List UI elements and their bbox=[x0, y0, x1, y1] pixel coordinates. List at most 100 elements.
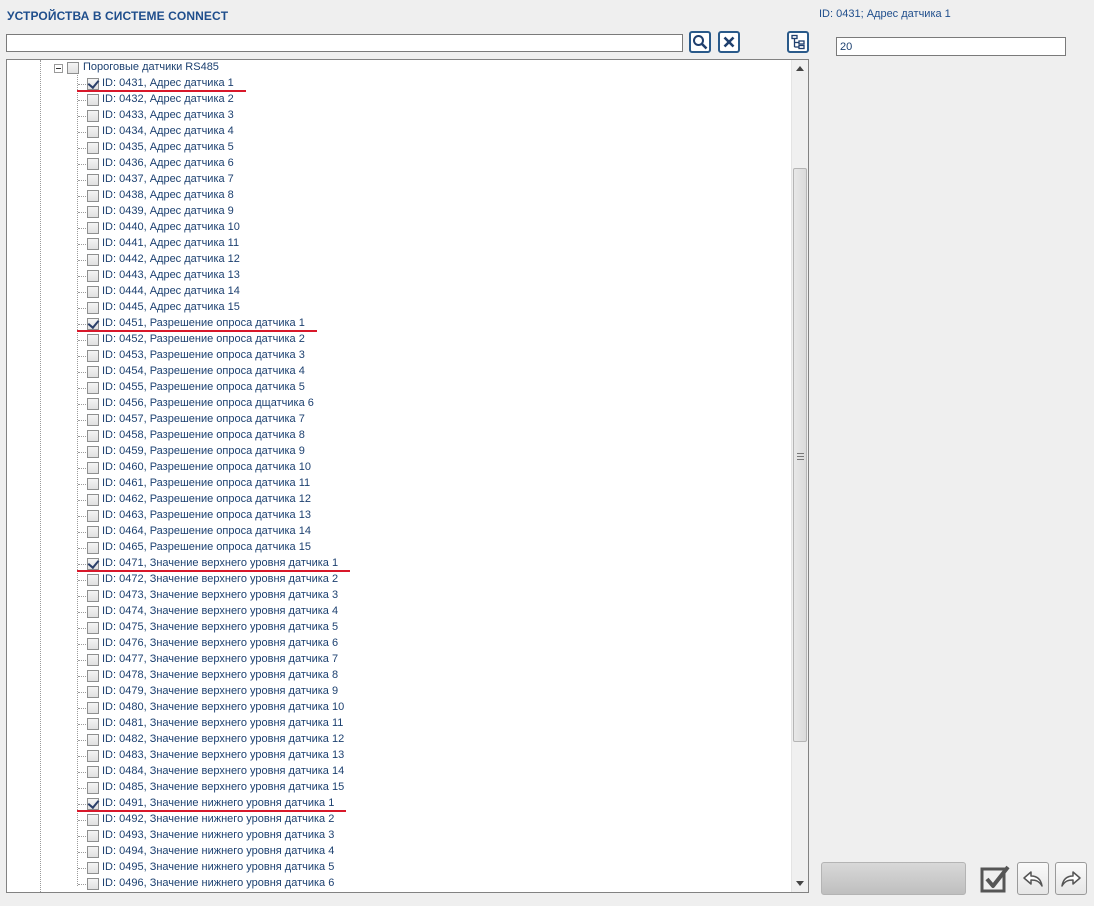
tree-item-checkbox[interactable] bbox=[87, 158, 99, 170]
tree-item-checkbox[interactable] bbox=[87, 414, 99, 426]
tree-item[interactable]: ID: 0474, Значение верхнего уровня датчи… bbox=[7, 604, 793, 620]
tree-item[interactable]: ID: 0441, Адрес датчика 11 bbox=[7, 236, 793, 252]
tree-item[interactable]: ID: 0452, Разрешение опроса датчика 2 bbox=[7, 332, 793, 348]
tree-item-checkbox[interactable] bbox=[87, 526, 99, 538]
tree-view-button[interactable] bbox=[787, 31, 809, 53]
tree-item[interactable]: ID: 0457, Разрешение опроса датчика 7 bbox=[7, 412, 793, 428]
tree-item-checkbox[interactable] bbox=[87, 350, 99, 362]
tree-item[interactable]: ID: 0496, Значение нижнего уровня датчик… bbox=[7, 876, 793, 892]
tree-item[interactable]: ID: 0444, Адрес датчика 14 bbox=[7, 284, 793, 300]
tree-item[interactable]: ID: 0462, Разрешение опроса датчика 12 bbox=[7, 492, 793, 508]
tree-item[interactable]: ID: 0435, Адрес датчика 5 bbox=[7, 140, 793, 156]
tree-item[interactable]: ID: 0493, Значение нижнего уровня датчик… bbox=[7, 828, 793, 844]
tree-item-checkbox[interactable] bbox=[87, 734, 99, 746]
tree-item-checkbox[interactable] bbox=[87, 606, 99, 618]
tree-item-checkbox[interactable] bbox=[87, 686, 99, 698]
tree-item[interactable]: ID: 0472, Значение верхнего уровня датчи… bbox=[7, 572, 793, 588]
tree-item[interactable]: ID: 0455, Разрешение опроса датчика 5 bbox=[7, 380, 793, 396]
apply-button[interactable] bbox=[979, 862, 1011, 895]
tree-item[interactable]: ID: 0479, Значение верхнего уровня датчи… bbox=[7, 684, 793, 700]
tree-item-checkbox[interactable] bbox=[87, 334, 99, 346]
tree-item-checkbox[interactable] bbox=[87, 782, 99, 794]
tree-item[interactable]: ID: 0440, Адрес датчика 10 bbox=[7, 220, 793, 236]
redo-button[interactable] bbox=[1055, 862, 1087, 895]
tree-item-checkbox[interactable] bbox=[87, 190, 99, 202]
tree-item[interactable]: ID: 0475, Значение верхнего уровня датчи… bbox=[7, 620, 793, 636]
value-input[interactable] bbox=[836, 37, 1066, 56]
tree-item-checkbox[interactable] bbox=[87, 590, 99, 602]
tree-item[interactable]: ID: 0465, Разрешение опроса датчика 15 bbox=[7, 540, 793, 556]
tree-item[interactable]: ID: 0432, Адрес датчика 2 bbox=[7, 92, 793, 108]
tree-item[interactable]: ID: 0443, Адрес датчика 13 bbox=[7, 268, 793, 284]
tree-item[interactable]: ID: 0437, Адрес датчика 7 bbox=[7, 172, 793, 188]
tree-item-checkbox[interactable] bbox=[87, 142, 99, 154]
tree-item-checkbox[interactable] bbox=[87, 302, 99, 314]
tree-item-checkbox[interactable] bbox=[87, 622, 99, 634]
tree-item[interactable]: ID: 0485, Значение верхнего уровня датчи… bbox=[7, 780, 793, 796]
tree-item-checkbox[interactable] bbox=[87, 878, 99, 890]
parent-checkbox[interactable] bbox=[67, 62, 79, 74]
tree-item-checkbox[interactable] bbox=[87, 110, 99, 122]
tree-item[interactable]: ID: 0478, Значение верхнего уровня датчи… bbox=[7, 668, 793, 684]
tree-item[interactable]: ID: 0495, Значение нижнего уровня датчик… bbox=[7, 860, 793, 876]
tree-item[interactable]: ID: 0477, Значение верхнего уровня датчи… bbox=[7, 652, 793, 668]
tree-item-checkbox[interactable] bbox=[87, 318, 99, 330]
tree-item-checkbox[interactable] bbox=[87, 270, 99, 282]
collapse-icon[interactable] bbox=[54, 64, 63, 73]
tree-item-checkbox[interactable] bbox=[87, 430, 99, 442]
tree-item[interactable]: ID: 0461, Разрешение опроса датчика 11 bbox=[7, 476, 793, 492]
tree-item[interactable]: ID: 0476, Значение верхнего уровня датчи… bbox=[7, 636, 793, 652]
tree-item-checkbox[interactable] bbox=[87, 766, 99, 778]
tree-item-checkbox[interactable] bbox=[87, 718, 99, 730]
tree-item-checkbox[interactable] bbox=[87, 286, 99, 298]
tree-item-checkbox[interactable] bbox=[87, 638, 99, 650]
scroll-up-arrow[interactable] bbox=[792, 60, 808, 77]
scroll-down-arrow[interactable] bbox=[792, 875, 808, 892]
tree-item-checkbox[interactable] bbox=[87, 366, 99, 378]
tree-item-checkbox[interactable] bbox=[87, 254, 99, 266]
scroll-thumb[interactable] bbox=[793, 168, 807, 742]
undo-button[interactable] bbox=[1017, 862, 1049, 895]
tree-item[interactable]: ID: 0434, Адрес датчика 4 bbox=[7, 124, 793, 140]
tree-item-checkbox[interactable] bbox=[87, 574, 99, 586]
device-tree[interactable]: Пороговые датчики RS485 ID: 0431, Адрес … bbox=[6, 59, 809, 893]
tree-item-checkbox[interactable] bbox=[87, 398, 99, 410]
tree-parent-node[interactable]: Пороговые датчики RS485 bbox=[7, 60, 793, 76]
tree-item-checkbox[interactable] bbox=[87, 222, 99, 234]
tree-item-checkbox[interactable] bbox=[87, 126, 99, 138]
tree-item[interactable]: ID: 0484, Значение верхнего уровня датчи… bbox=[7, 764, 793, 780]
tree-item-checkbox[interactable] bbox=[87, 510, 99, 522]
tree-item[interactable]: ID: 0453, Разрешение опроса датчика 3 bbox=[7, 348, 793, 364]
tree-item[interactable]: ID: 0494, Значение нижнего уровня датчик… bbox=[7, 844, 793, 860]
tree-item[interactable]: ID: 0436, Адрес датчика 6 bbox=[7, 156, 793, 172]
tree-item[interactable]: ID: 0459, Разрешение опроса датчика 9 bbox=[7, 444, 793, 460]
tree-item-checkbox[interactable] bbox=[87, 670, 99, 682]
tree-item[interactable]: ID: 0442, Адрес датчика 12 bbox=[7, 252, 793, 268]
search-input[interactable] bbox=[6, 34, 683, 52]
tree-item-checkbox[interactable] bbox=[87, 494, 99, 506]
tree-item-checkbox[interactable] bbox=[87, 750, 99, 762]
clear-search-button[interactable] bbox=[718, 31, 740, 53]
tree-item-checkbox[interactable] bbox=[87, 846, 99, 858]
tree-item-checkbox[interactable] bbox=[87, 798, 99, 810]
tree-item-checkbox[interactable] bbox=[87, 94, 99, 106]
tree-item-checkbox[interactable] bbox=[87, 558, 99, 570]
tree-item-checkbox[interactable] bbox=[87, 382, 99, 394]
tree-item-checkbox[interactable] bbox=[87, 830, 99, 842]
tree-item[interactable]: ID: 0458, Разрешение опроса датчика 8 bbox=[7, 428, 793, 444]
tree-item[interactable]: ID: 0445, Адрес датчика 15 bbox=[7, 300, 793, 316]
tree-item[interactable]: ID: 0481, Значение верхнего уровня датчи… bbox=[7, 716, 793, 732]
tree-item[interactable]: ID: 0438, Адрес датчика 8 bbox=[7, 188, 793, 204]
tree-item-checkbox[interactable] bbox=[87, 654, 99, 666]
tree-item[interactable]: ID: 0456, Разрешение опроса дщатчика 6 bbox=[7, 396, 793, 412]
tree-item[interactable]: ID: 0492, Значение нижнего уровня датчик… bbox=[7, 812, 793, 828]
tree-item-checkbox[interactable] bbox=[87, 542, 99, 554]
vertical-scrollbar[interactable] bbox=[791, 60, 808, 892]
tree-item[interactable]: ID: 0483, Значение верхнего уровня датчи… bbox=[7, 748, 793, 764]
tree-item-checkbox[interactable] bbox=[87, 862, 99, 874]
tree-item[interactable]: ID: 0433, Адрес датчика 3 bbox=[7, 108, 793, 124]
tree-item-checkbox[interactable] bbox=[87, 478, 99, 490]
tree-item[interactable]: ID: 0463, Разрешение опроса датчика 13 bbox=[7, 508, 793, 524]
tree-item-checkbox[interactable] bbox=[87, 174, 99, 186]
tree-item-checkbox[interactable] bbox=[87, 814, 99, 826]
